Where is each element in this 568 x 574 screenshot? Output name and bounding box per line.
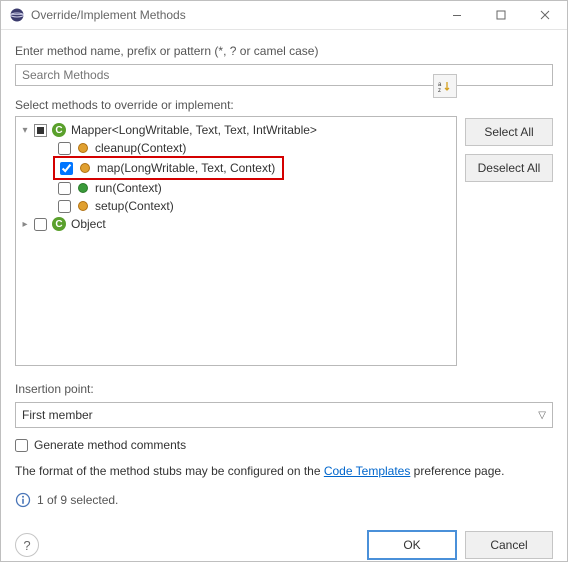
checkbox[interactable] xyxy=(34,124,47,137)
format-text: The format of the method stubs may be co… xyxy=(15,462,553,480)
method-tree[interactable]: ▾ C Mapper<LongWritable, Text, Text, Int… xyxy=(15,116,457,366)
expand-icon[interactable]: ▸ xyxy=(18,219,32,230)
method-protected-icon xyxy=(75,198,91,214)
ok-button[interactable]: OK xyxy=(367,530,457,560)
node-label: Mapper<LongWritable, Text, Text, IntWrit… xyxy=(71,123,317,137)
checkbox[interactable] xyxy=(34,218,47,231)
node-label: Object xyxy=(71,217,106,231)
format-suffix: preference page. xyxy=(410,464,504,478)
method-label: setup(Context) xyxy=(95,199,174,213)
eclipse-icon xyxy=(9,7,25,23)
chevron-down-icon: ▽ xyxy=(538,410,546,421)
collapse-icon[interactable]: ▾ xyxy=(18,125,32,136)
dialog-window: Override/Implement Methods Enter method … xyxy=(0,0,568,562)
maximize-button[interactable] xyxy=(479,1,523,29)
minimize-button[interactable] xyxy=(435,1,479,29)
dialog-title: Override/Implement Methods xyxy=(31,8,435,22)
titlebar: Override/Implement Methods xyxy=(1,1,567,30)
insertion-value: First member xyxy=(22,408,93,422)
tree-node-cleanup[interactable]: cleanup(Context) xyxy=(16,139,456,157)
method-label: map(LongWritable, Text, Context) xyxy=(97,161,275,175)
select-label: Select methods to override or implement: xyxy=(15,98,457,112)
bottom-bar: ? OK Cancel xyxy=(1,518,567,574)
method-protected-icon xyxy=(77,160,93,176)
content: Enter method name, prefix or pattern (*,… xyxy=(1,30,567,518)
generate-comments-checkbox[interactable] xyxy=(15,439,28,452)
method-label: cleanup(Context) xyxy=(95,141,186,155)
insertion-label: Insertion point: xyxy=(15,382,553,396)
generate-comments-row[interactable]: Generate method comments xyxy=(15,438,553,452)
select-all-button[interactable]: Select All xyxy=(465,118,553,146)
method-label: run(Context) xyxy=(95,181,162,195)
tree-node-setup[interactable]: setup(Context) xyxy=(16,197,456,215)
search-input[interactable] xyxy=(15,64,553,86)
tree-node-run[interactable]: run(Context) xyxy=(16,179,456,197)
info-row: 1 of 9 selected. xyxy=(15,492,553,508)
close-button[interactable] xyxy=(523,1,567,29)
code-templates-link[interactable]: Code Templates xyxy=(324,464,411,478)
class-icon: C xyxy=(51,216,67,232)
help-button[interactable]: ? xyxy=(15,533,39,557)
method-public-icon xyxy=(75,180,91,196)
checkbox[interactable] xyxy=(58,200,71,213)
checkbox[interactable] xyxy=(58,182,71,195)
method-protected-icon xyxy=(75,140,91,156)
deselect-all-button[interactable]: Deselect All xyxy=(465,154,553,182)
generate-comments-label: Generate method comments xyxy=(34,438,186,452)
format-prefix: The format of the method stubs may be co… xyxy=(15,464,324,478)
tree-node-map[interactable]: map(LongWritable, Text, Context) xyxy=(16,159,456,177)
insertion-select[interactable]: First member ▽ xyxy=(15,402,553,428)
class-icon: C xyxy=(51,122,67,138)
checkbox[interactable] xyxy=(60,162,73,175)
tree-node-object[interactable]: ▸ C Object xyxy=(16,215,456,233)
enter-label: Enter method name, prefix or pattern (*,… xyxy=(15,44,553,58)
info-icon xyxy=(15,492,31,508)
selection-status: 1 of 9 selected. xyxy=(37,493,118,507)
svg-text:z: z xyxy=(438,88,441,93)
checkbox[interactable] xyxy=(58,142,71,155)
tree-node-mapper[interactable]: ▾ C Mapper<LongWritable, Text, Text, Int… xyxy=(16,121,456,139)
sort-alpha-button[interactable]: az xyxy=(433,74,457,98)
cancel-button[interactable]: Cancel xyxy=(465,531,553,559)
